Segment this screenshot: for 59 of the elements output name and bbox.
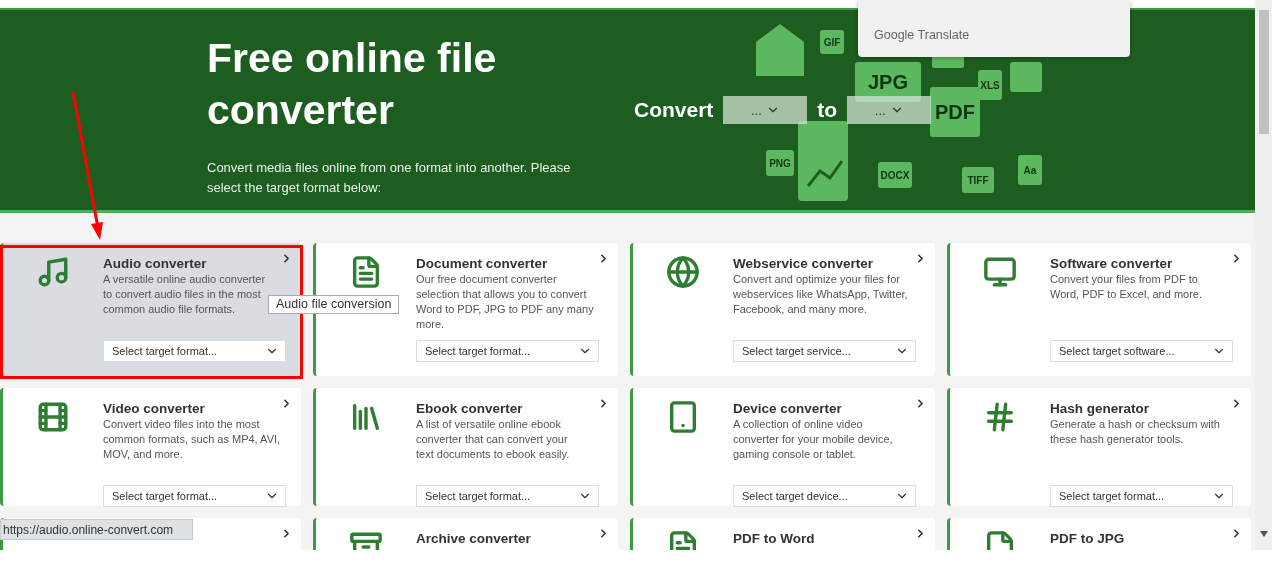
card-description: A versatile online audio converter to convert audio files in the most common audio file formats. [103, 272, 266, 317]
converter-card[interactable]: Archive converter [313, 518, 618, 550]
status-url-tooltip: https://audio.online-convert.com [0, 519, 193, 540]
source-format-select[interactable]: ... [723, 96, 808, 124]
target-select[interactable]: Select target format... [416, 485, 599, 507]
format-label: DOCX [880, 170, 910, 181]
target-select[interactable]: Select target device... [733, 485, 916, 507]
music-note-icon [36, 255, 70, 289]
card-title: Webservice converter [733, 255, 874, 272]
converter-card[interactable]: Software converter Convert your files from PDF to Word, PDF to Excel, and more. Select target software... [947, 243, 1251, 376]
to-label: to [817, 98, 838, 122]
card-title: Document converter [416, 255, 548, 272]
card-description: Our free document converter selection that allows you to convert Word to PDF, JPG to PDF any many more. [416, 272, 594, 332]
format-label: JPG [868, 71, 908, 93]
card-description: A collection of online video converter for your mobile device, gaming console or tablet. [733, 417, 893, 462]
converter-card[interactable]: Webservice converter Convert and optimize your files for webservices like WhatsApp, Twitter, Facebook, and many more. Select target service... [630, 243, 935, 376]
card-title: Audio converter [103, 255, 207, 272]
format-label: PDF [935, 101, 975, 123]
card-description: Convert and optimize your files for webservices like WhatsApp, Twitter, Facebook, and many more. [733, 272, 908, 317]
card-title: PDF to JPG [1050, 530, 1125, 547]
card-title: Archive converter [416, 530, 531, 547]
converter-card[interactable]: Video converter Convert video files into the most common formats, such as MP4, AVI, MOV, and more. Select target format... [0, 388, 301, 506]
hover-tooltip: Audio file conversion [268, 295, 400, 314]
scroll-down-icon[interactable] [1259, 530, 1269, 538]
card-title: Device converter [733, 400, 842, 417]
format-label: PNG [769, 158, 791, 169]
converter-card[interactable]: PDF to JPG [947, 518, 1251, 550]
converter-card[interactable]: Device converter A collection of online video converter for your mobile device, gaming console or tablet. Select target device... [630, 388, 935, 506]
scrollbar-thumb[interactable] [1259, 10, 1269, 134]
card-title: Hash generator [1050, 400, 1150, 417]
target-select[interactable]: Select target software... [1050, 340, 1233, 362]
page-title: Free online file converter [207, 34, 498, 135]
target-select[interactable]: Select target format... [416, 340, 599, 362]
converter-card[interactable]: Ebook converter A list of versatile online ebook converter that can convert your text documents to ebook easily. Select target format... [313, 388, 618, 506]
globe-icon [666, 255, 700, 289]
hero-subtitle: Convert media files online from one format into another. Please select the target format below: [207, 159, 572, 197]
card-description: A list of versatile online ebook converter that can convert your text documents to ebook easily. [416, 417, 570, 462]
card-description: Generate a hash or checksum with these hash generator tools. [1050, 417, 1220, 447]
target-select[interactable]: Select target service... [733, 340, 916, 362]
format-label: Aa [1023, 165, 1037, 176]
card-title: Ebook converter [416, 400, 523, 417]
film-strip-icon [36, 400, 70, 434]
monitor-icon [983, 255, 1017, 289]
target-select[interactable]: Select target format... [1050, 485, 1233, 507]
card-description: Convert video files into the most common formats, such as MP4, AVI, MOV, and more. [103, 417, 281, 462]
format-label: TIFF [967, 175, 989, 186]
target-select[interactable]: Select target format... [103, 340, 286, 362]
format-label: XLS [980, 80, 1000, 91]
converter-card[interactable]: PDF to Word [630, 518, 935, 550]
card-title: Software converter [1050, 255, 1173, 272]
format-label: GIF [823, 37, 841, 48]
target-select[interactable]: Select target format... [103, 485, 286, 507]
target-format-select[interactable]: ... [847, 96, 932, 124]
card-title: PDF to Word [733, 530, 815, 547]
card-description: Convert your files from PDF to Word, PDF to Excel, and more. [1050, 272, 1203, 302]
convert-label: Convert [634, 98, 714, 122]
card-title: Video converter [103, 400, 205, 417]
converter-card[interactable]: Hash generator Generate a hash or checksum with these hash generator tools. Select target format... [947, 388, 1251, 506]
translate-label: Google Translate [874, 28, 970, 42]
